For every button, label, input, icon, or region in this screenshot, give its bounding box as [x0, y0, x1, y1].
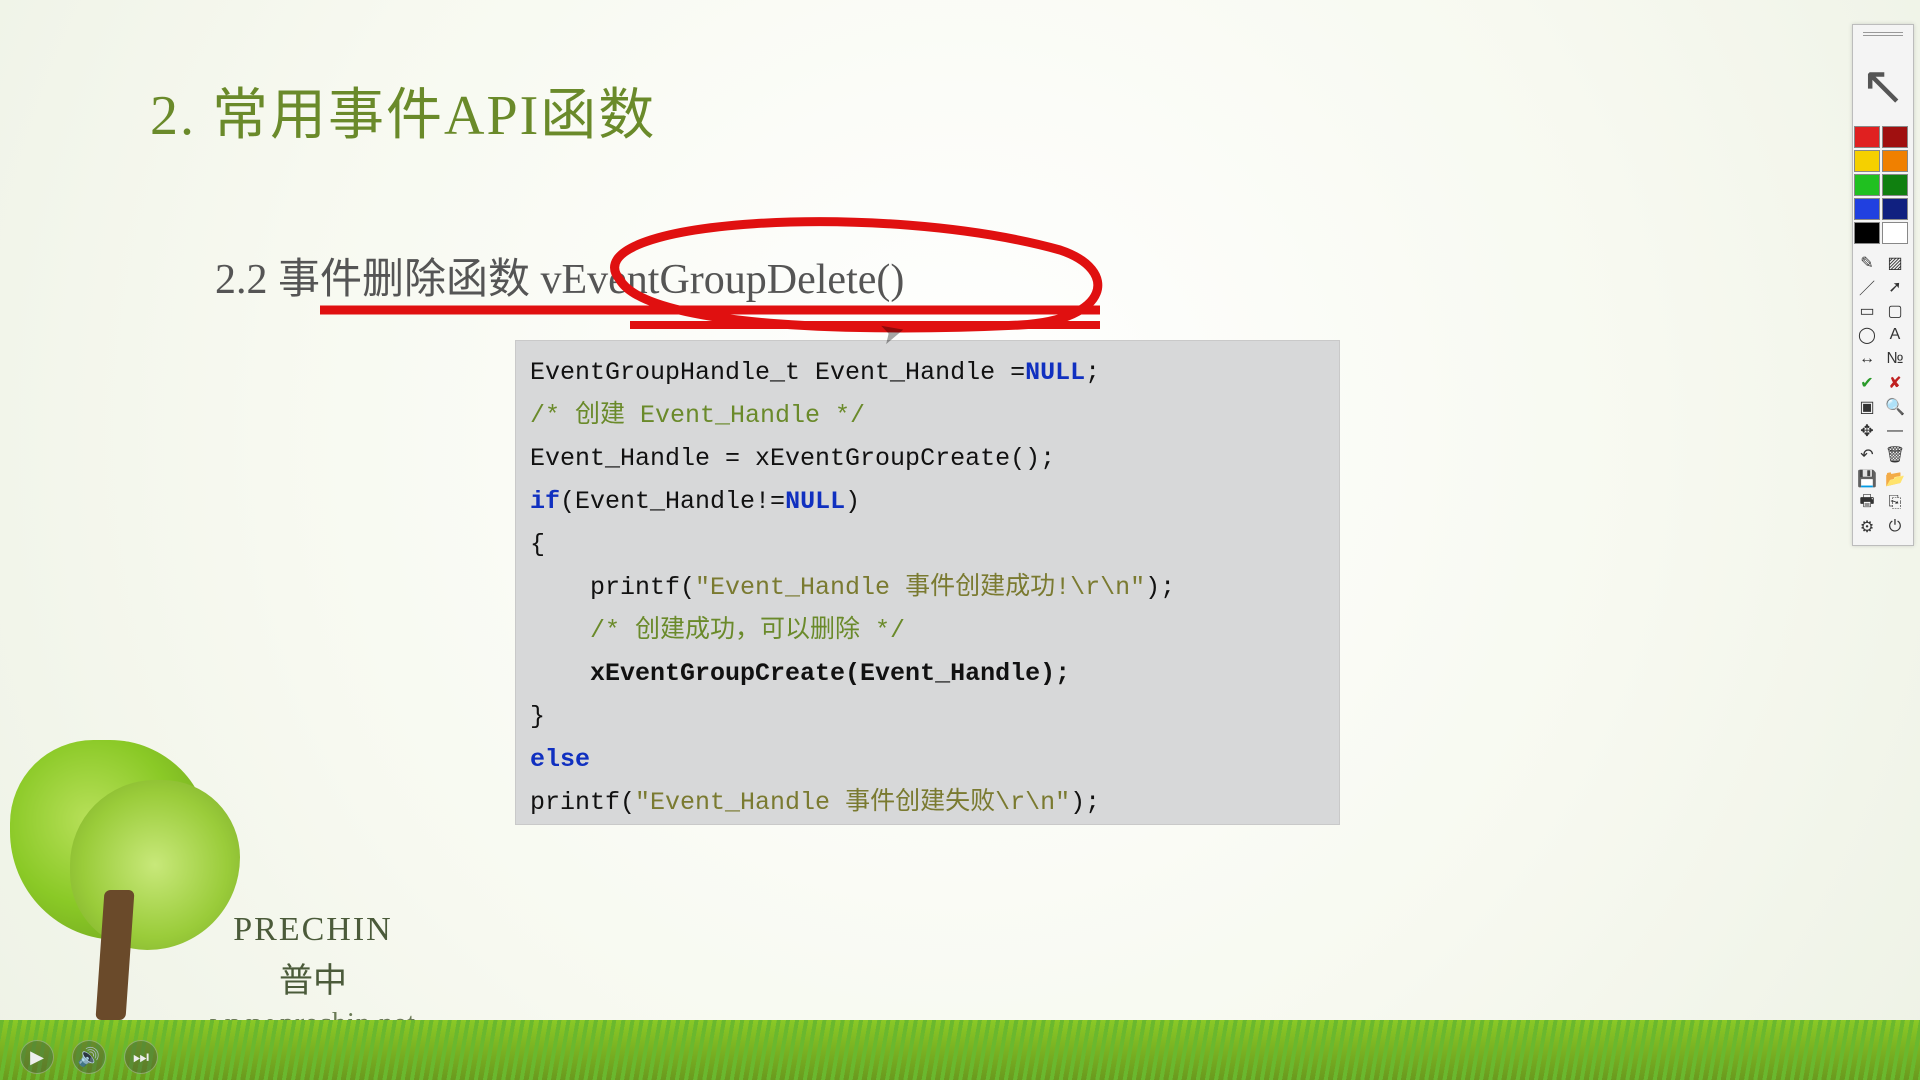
- cancel-icon[interactable]: ✘: [1881, 371, 1909, 395]
- rounded-rect-tool-icon[interactable]: ▢: [1881, 299, 1909, 323]
- copy-icon[interactable]: ⎘: [1881, 491, 1909, 515]
- decorative-tree: [10, 740, 240, 1020]
- code-l9: }: [530, 702, 545, 731]
- code-l8: xEventGroupCreate(Event_Handle);: [530, 659, 1070, 688]
- code-block: EventGroupHandle_t Event_Handle =NULL; /…: [515, 340, 1340, 825]
- confirm-icon[interactable]: ✔: [1853, 371, 1881, 395]
- code-l1a: EventGroupHandle_t Event_Handle =: [530, 358, 1025, 387]
- minus-tool-icon[interactable]: —: [1881, 419, 1909, 443]
- next-button[interactable]: ⏭: [124, 1040, 158, 1074]
- pen-tool-icon[interactable]: ✎: [1853, 251, 1881, 275]
- brand-en: PRECHIN: [210, 911, 416, 949]
- undo-icon[interactable]: ↶: [1853, 443, 1881, 467]
- code-l2: /* 创建 Event_Handle */: [530, 401, 865, 430]
- color-blue[interactable]: [1854, 198, 1880, 220]
- decorative-grass: [0, 1020, 1920, 1080]
- code-l4c: NULL: [785, 487, 845, 516]
- code-l10: else: [530, 745, 590, 774]
- code-l4a: if: [530, 487, 560, 516]
- arrow-tool-icon[interactable]: ➚: [1881, 275, 1909, 299]
- settings-icon[interactable]: ⚙: [1853, 515, 1881, 539]
- code-l6b: "Event_Handle 事件创建成功!\r\n": [695, 573, 1145, 602]
- code-l11c: );: [1070, 788, 1100, 817]
- color-black[interactable]: [1854, 222, 1880, 244]
- page-title: 2. 常用事件API函数: [150, 70, 656, 151]
- code-l7: /* 创建成功，可以删除 */: [530, 616, 905, 645]
- number-tool-icon[interactable]: №: [1881, 347, 1909, 371]
- hresize-tool-icon[interactable]: ↔: [1853, 347, 1881, 371]
- line-tool-icon[interactable]: ／: [1853, 275, 1881, 299]
- move-tool-icon[interactable]: ✥: [1853, 419, 1881, 443]
- media-controls: ▶ 🔊 ⏭: [20, 1040, 158, 1074]
- annotation-toolbar[interactable]: ↖ ✎ ▨ ／ ➚ ▭ ▢ ◯ A ↔ № ✔ ✘: [1852, 24, 1914, 546]
- color-yellow[interactable]: [1854, 150, 1880, 172]
- highlighter-tool-icon[interactable]: ▨: [1881, 251, 1909, 275]
- zoom-tool-icon[interactable]: 🔍: [1881, 395, 1909, 419]
- color-white[interactable]: [1882, 222, 1908, 244]
- color-orange[interactable]: [1882, 150, 1908, 172]
- code-l5: {: [530, 530, 545, 559]
- color-green[interactable]: [1854, 174, 1880, 196]
- color-dark-green[interactable]: [1882, 174, 1908, 196]
- code-l11b: "Event_Handle 事件创建失败\r\n": [635, 788, 1070, 817]
- select-rect-tool-icon[interactable]: ▣: [1853, 395, 1881, 419]
- ellipse-tool-icon[interactable]: ◯: [1853, 323, 1881, 347]
- delete-icon[interactable]: 🗑: [1881, 443, 1909, 467]
- code-l6c: );: [1145, 573, 1175, 602]
- code-l1c: ;: [1085, 358, 1100, 387]
- code-l4b: (Event_Handle!=: [560, 487, 785, 516]
- section-title: 2.2 事件删除函数 vEventGroupDelete(): [215, 245, 904, 306]
- color-dark-blue[interactable]: [1882, 198, 1908, 220]
- code-l6a: printf(: [530, 573, 695, 602]
- play-button[interactable]: ▶: [20, 1040, 54, 1074]
- save-icon[interactable]: 💾: [1853, 467, 1881, 491]
- volume-button[interactable]: 🔊: [72, 1040, 106, 1074]
- color-red[interactable]: [1854, 126, 1880, 148]
- code-l11a: printf(: [530, 788, 635, 817]
- code-l1b: NULL: [1025, 358, 1085, 387]
- close-icon[interactable]: ⏻: [1881, 515, 1909, 539]
- code-l4d: ): [845, 487, 860, 516]
- code-l3: Event_Handle = xEventGroupCreate();: [530, 444, 1055, 473]
- toolbar-grip[interactable]: [1853, 25, 1913, 45]
- open-icon[interactable]: 📂: [1881, 467, 1909, 491]
- pointer-tool[interactable]: ↖: [1853, 45, 1913, 125]
- brand-cn: 普中: [210, 953, 416, 1002]
- rect-tool-icon[interactable]: ▭: [1853, 299, 1881, 323]
- print-icon[interactable]: 🖶: [1853, 491, 1881, 515]
- text-tool-icon[interactable]: A: [1881, 323, 1909, 347]
- color-dark-red[interactable]: [1882, 126, 1908, 148]
